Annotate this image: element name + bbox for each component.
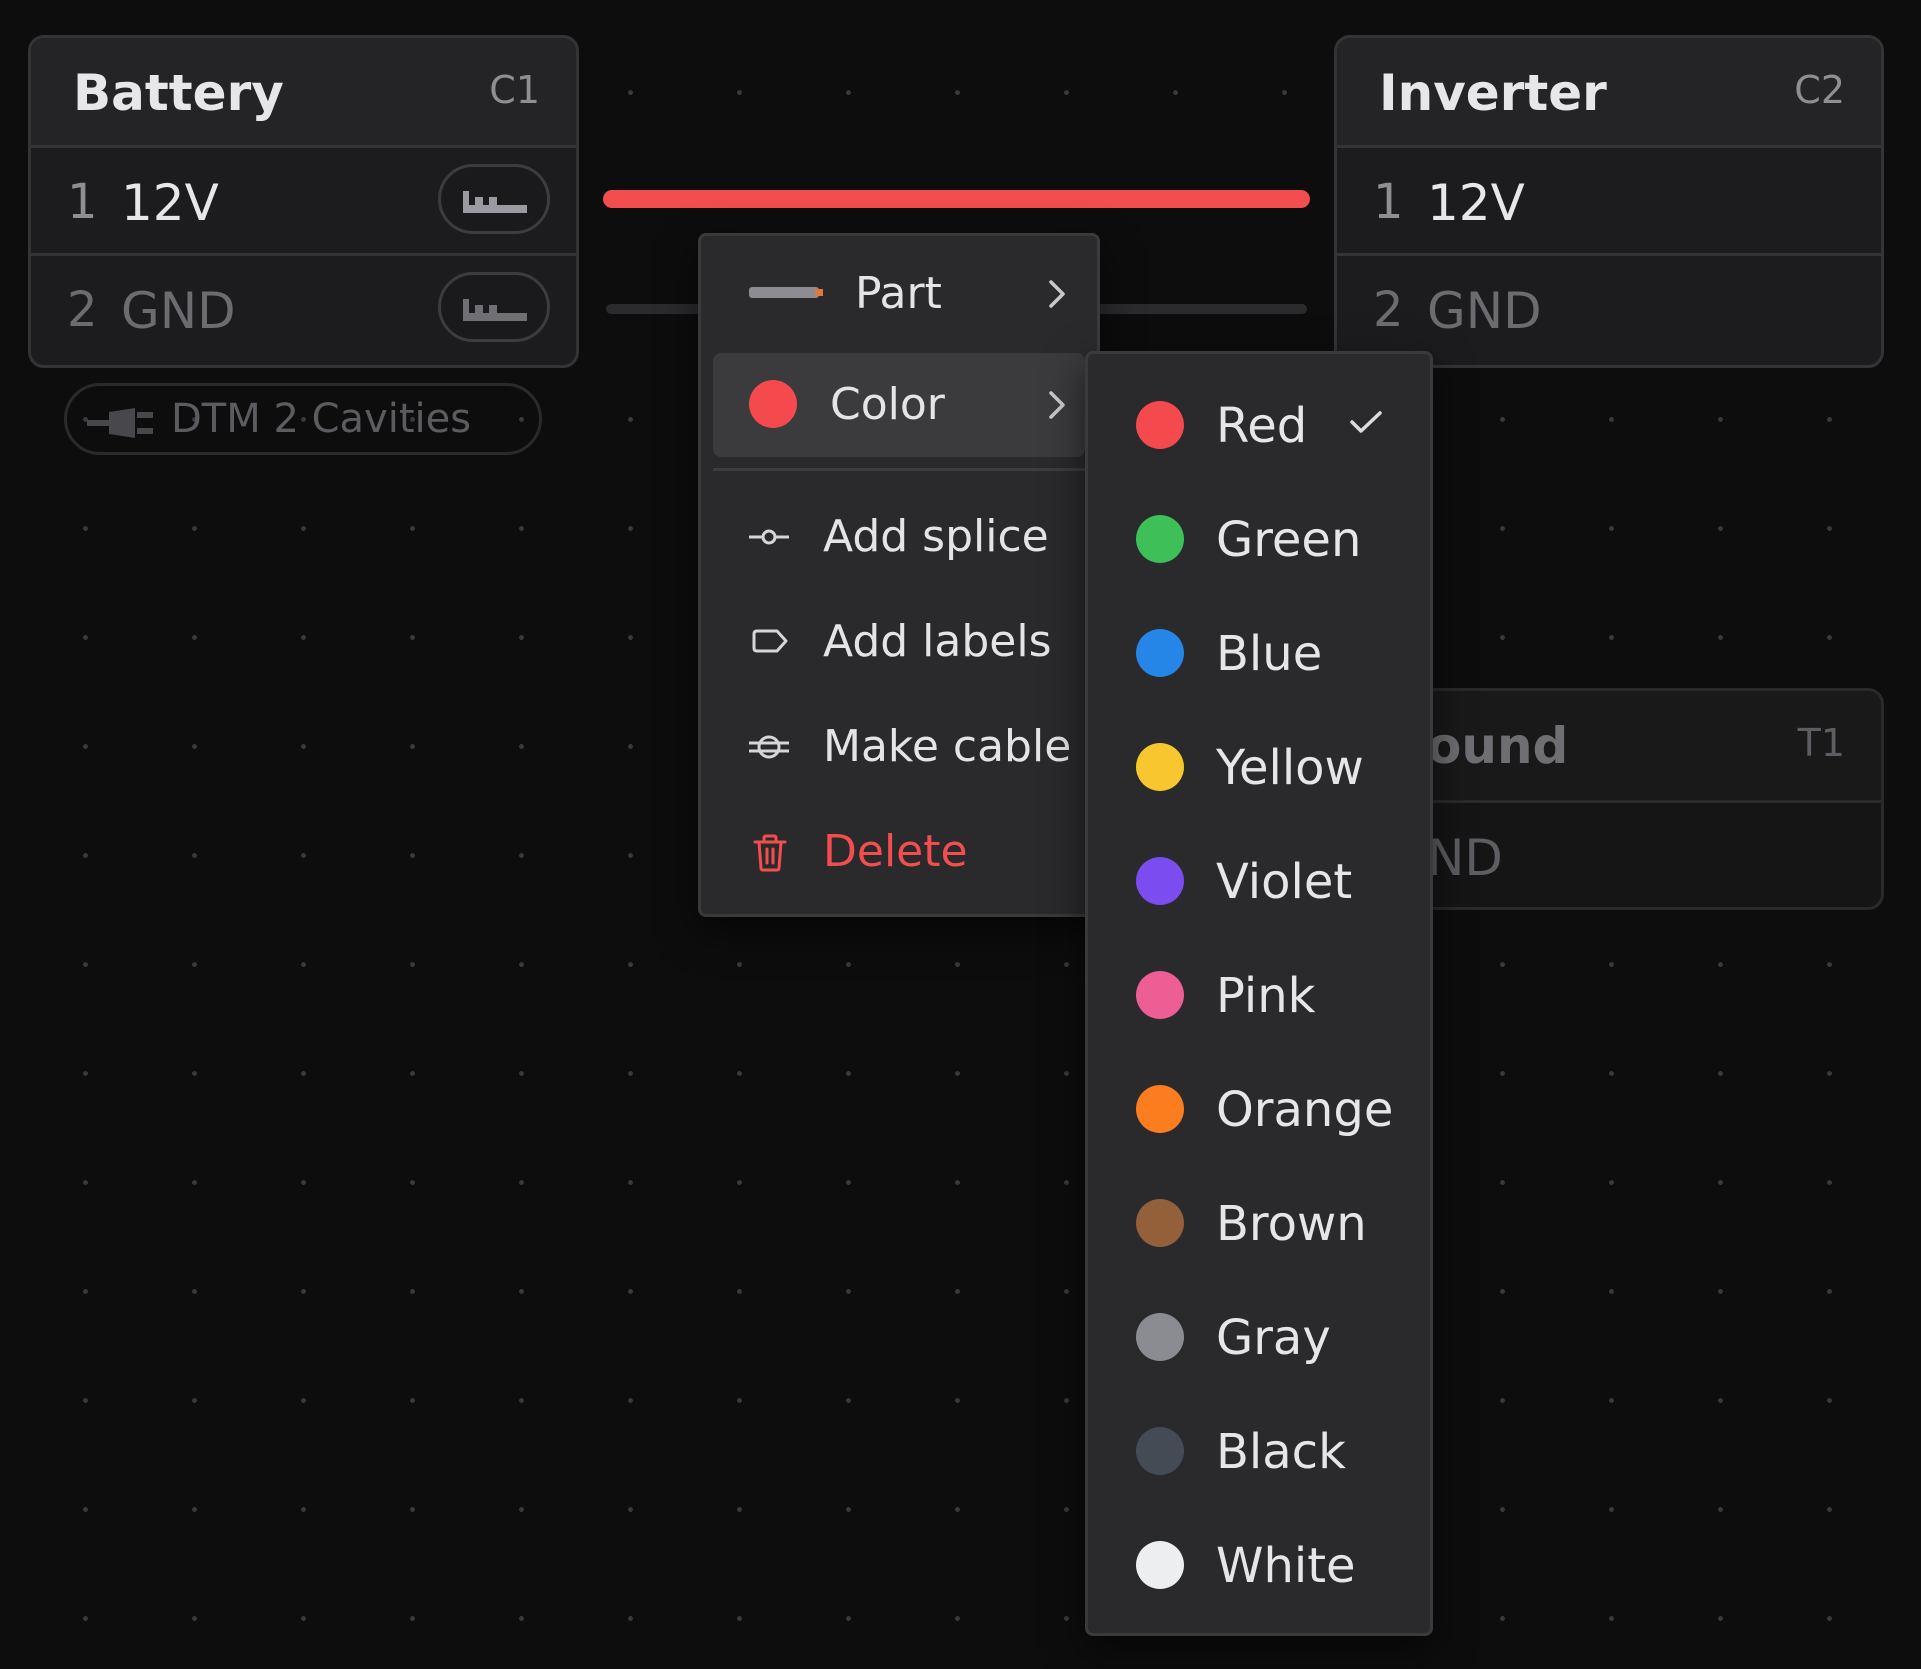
chevron-right-icon: [1049, 391, 1065, 419]
pin-name: GND: [121, 282, 236, 340]
pin-name: ND: [1427, 829, 1503, 887]
color-swatch-icon: [749, 380, 797, 428]
color-swatch: [1136, 971, 1184, 1019]
color-option-white[interactable]: White: [1088, 1508, 1430, 1622]
checkmark-icon: [1350, 411, 1382, 433]
color-option-label: Black: [1216, 1424, 1346, 1480]
menu-item-make-cable[interactable]: Make cable: [713, 695, 1085, 799]
color-option-red[interactable]: Red: [1088, 368, 1430, 482]
menu-item-part[interactable]: Part: [713, 242, 1085, 346]
terminal-icon: [463, 191, 527, 213]
color-swatch: [1136, 1427, 1184, 1475]
color-option-green[interactable]: Green: [1088, 482, 1430, 596]
menu-item-color[interactable]: Color: [713, 353, 1085, 457]
color-option-label: Brown: [1216, 1196, 1367, 1252]
wire-gnd-right[interactable]: [1095, 304, 1307, 314]
trash-icon: [753, 834, 787, 872]
color-option-label: Green: [1216, 512, 1362, 568]
color-option-violet[interactable]: Violet: [1088, 824, 1430, 938]
color-option-label: Blue: [1216, 626, 1323, 682]
splice-icon: [749, 529, 789, 545]
card-id: C2: [1794, 68, 1845, 112]
connector-part-label: DTM 2 Cavities: [171, 396, 472, 442]
card-title: Inverter: [1379, 64, 1607, 122]
wire-12v[interactable]: [603, 190, 1310, 208]
color-swatch: [1136, 1541, 1184, 1589]
color-swatch: [1136, 1085, 1184, 1133]
chevron-right-icon: [1049, 280, 1065, 308]
color-swatch: [1136, 401, 1184, 449]
pin-row-gnd[interactable]: 2 GND: [1337, 256, 1881, 364]
color-option-orange[interactable]: Orange: [1088, 1052, 1430, 1166]
pin-number: 1: [67, 174, 98, 230]
pin-name: 12V: [1427, 174, 1525, 232]
color-option-label: Red: [1216, 398, 1308, 454]
menu-separator: [713, 468, 1085, 471]
pin-row-12v[interactable]: 1 12V: [31, 148, 576, 256]
wire-part-icon: [749, 287, 823, 298]
connector-part-pill[interactable]: DTM 2 Cavities: [64, 383, 542, 455]
battery-connector-card[interactable]: Battery C1 1 12V 2 GND: [28, 35, 579, 368]
menu-item-label: Color: [830, 379, 945, 430]
menu-item-label: Add labels: [823, 616, 1052, 667]
card-title: Battery: [73, 64, 284, 122]
plug-icon: [87, 408, 153, 438]
color-option-label: Orange: [1216, 1082, 1394, 1138]
menu-item-delete[interactable]: Delete: [713, 800, 1085, 904]
menu-item-label: Make cable: [823, 721, 1072, 772]
menu-item-add-splice[interactable]: Add splice: [713, 485, 1085, 589]
color-option-label: Yellow: [1216, 740, 1364, 796]
menu-item-label: Part: [855, 268, 942, 319]
color-option-label: Violet: [1216, 854, 1353, 910]
terminal-icon: [463, 299, 527, 321]
pin-number: 1: [1373, 174, 1404, 230]
card-header: Battery C1: [31, 38, 576, 148]
color-swatch: [1136, 857, 1184, 905]
terminal-button[interactable]: [438, 164, 550, 234]
color-option-pink[interactable]: Pink: [1088, 938, 1430, 1052]
color-swatch: [1136, 1313, 1184, 1361]
color-swatch: [1136, 1199, 1184, 1247]
menu-item-add-labels[interactable]: Add labels: [713, 590, 1085, 694]
wire-context-menu: Part Color Add splice Add labels Make ca…: [698, 233, 1100, 917]
pin-number: 2: [67, 282, 98, 338]
card-id: T1: [1797, 721, 1845, 765]
color-option-label: Pink: [1216, 968, 1316, 1024]
inverter-connector-card[interactable]: Inverter C2 1 12V 2 GND: [1334, 35, 1884, 368]
color-option-label: Gray: [1216, 1310, 1331, 1366]
color-swatch: [1136, 515, 1184, 563]
color-option-gray[interactable]: Gray: [1088, 1280, 1430, 1394]
color-option-brown[interactable]: Brown: [1088, 1166, 1430, 1280]
card-title: ound: [1427, 717, 1569, 775]
color-swatch: [1136, 629, 1184, 677]
menu-item-label: Add splice: [823, 511, 1049, 562]
terminal-button[interactable]: [438, 272, 550, 342]
pin-row-12v[interactable]: 1 12V: [1337, 148, 1881, 256]
pin-name: GND: [1427, 282, 1542, 340]
label-tag-icon: [752, 629, 788, 653]
card-header: Inverter C2: [1337, 38, 1881, 148]
pin-number: 2: [1373, 282, 1404, 338]
card-id: C1: [489, 68, 540, 112]
pin-name: 12V: [121, 174, 219, 232]
pin-row-gnd[interactable]: 2 GND: [31, 256, 576, 364]
color-option-yellow[interactable]: Yellow: [1088, 710, 1430, 824]
color-submenu: Red Green Blue Yellow Violet Pink Orange Brown G…: [1085, 351, 1433, 1636]
cable-icon: [749, 735, 789, 759]
color-option-label: White: [1216, 1538, 1356, 1594]
color-option-black[interactable]: Black: [1088, 1394, 1430, 1508]
color-swatch: [1136, 743, 1184, 791]
color-option-blue[interactable]: Blue: [1088, 596, 1430, 710]
menu-item-label: Delete: [823, 826, 968, 877]
